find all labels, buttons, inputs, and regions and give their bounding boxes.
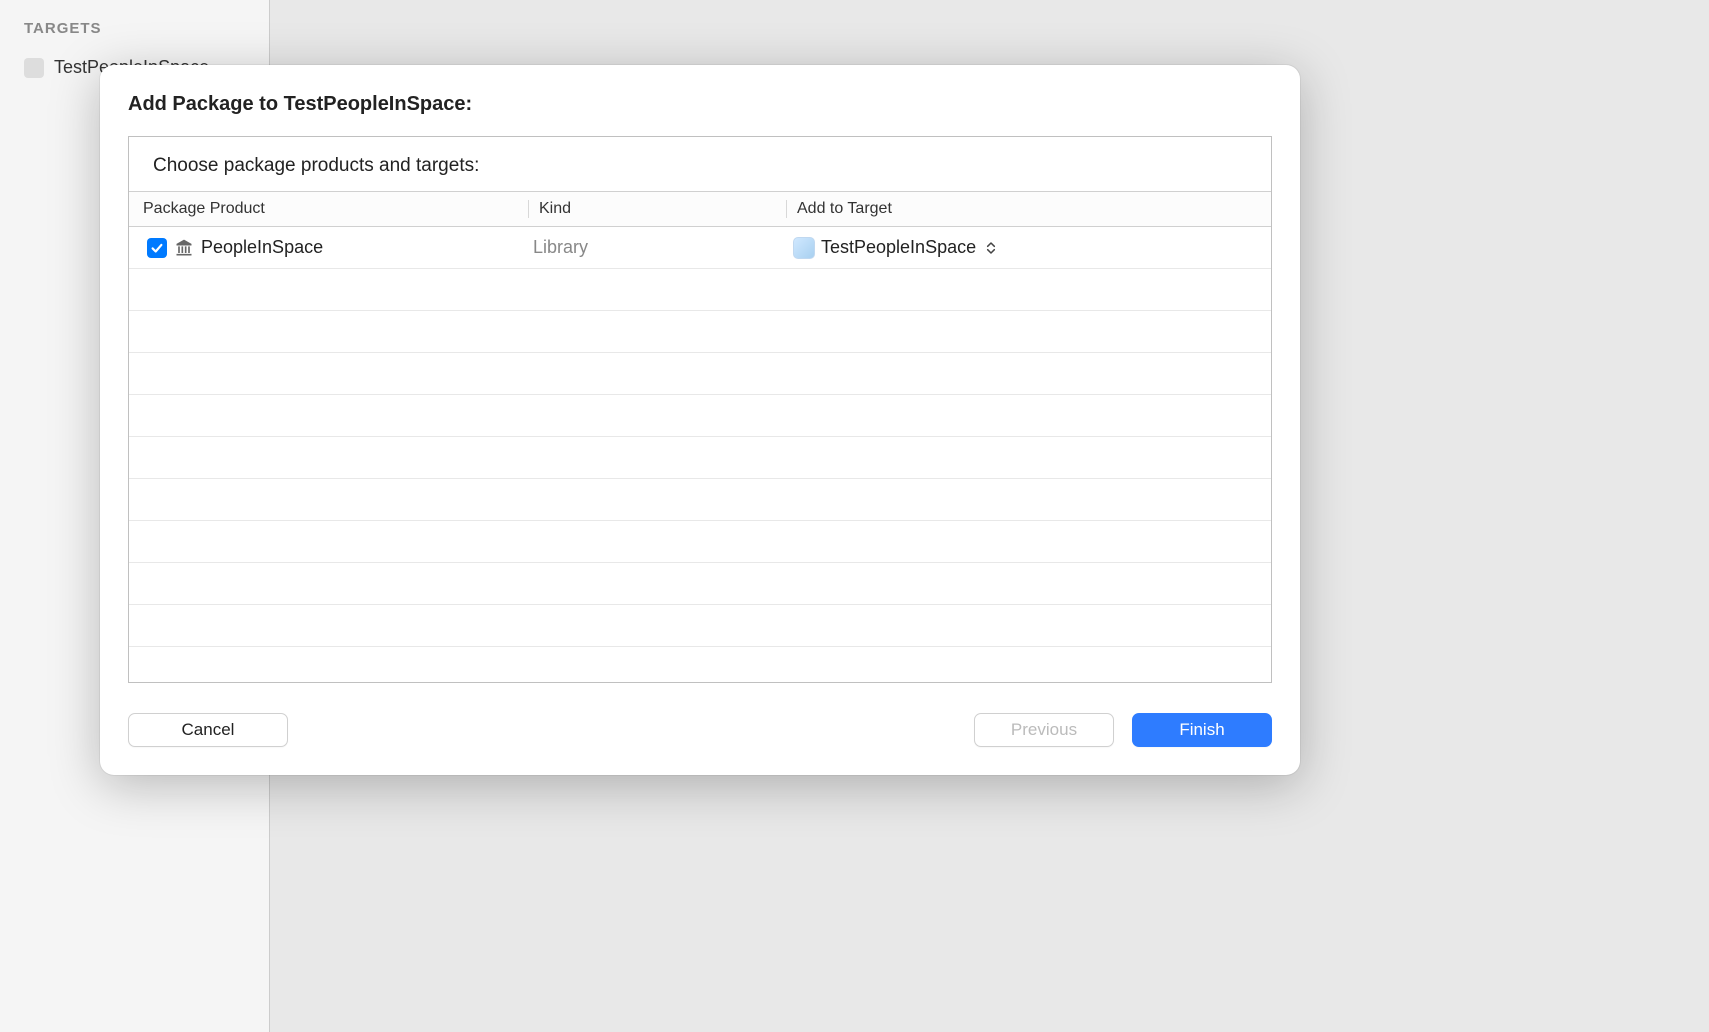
finish-button[interactable]: Finish [1132, 713, 1272, 747]
button-row-right: Previous Finish [974, 713, 1272, 747]
table-row-empty [129, 269, 1271, 311]
table-row-empty [129, 395, 1271, 437]
app-icon [24, 58, 44, 78]
targets-header: TARGETS [0, 0, 269, 47]
table-header-row: Package Product Kind Add to Target [129, 191, 1271, 227]
modal-subtitle: Choose package products and targets: [129, 155, 1271, 191]
library-icon [173, 237, 195, 259]
product-name: PeopleInSpace [201, 237, 323, 258]
modal-button-row: Cancel Previous Finish [128, 713, 1272, 747]
modal-title: Add Package to TestPeopleInSpace: [128, 93, 1272, 116]
table-row-empty [129, 479, 1271, 521]
product-checkbox[interactable] [147, 238, 167, 258]
table-body: PeopleInSpace Library TestPeopleInSpace [129, 227, 1271, 682]
table-row-empty [129, 437, 1271, 479]
products-table: Package Product Kind Add to Target [129, 191, 1271, 682]
table-row-empty [129, 521, 1271, 563]
table-row-empty [129, 605, 1271, 647]
cancel-button[interactable]: Cancel [128, 713, 288, 747]
app-icon [793, 237, 815, 259]
dropdown-arrows-icon [984, 239, 998, 257]
previous-button: Previous [974, 713, 1114, 747]
kind-cell: Library [529, 237, 787, 258]
add-package-modal: Add Package to TestPeopleInSpace: Choose… [100, 65, 1300, 775]
target-cell[interactable]: TestPeopleInSpace [787, 237, 1271, 259]
checkmark-icon [150, 241, 164, 255]
column-header-target[interactable]: Add to Target [787, 200, 1271, 218]
column-header-product[interactable]: Package Product [129, 200, 529, 218]
table-row-empty [129, 563, 1271, 605]
table-row[interactable]: PeopleInSpace Library TestPeopleInSpace [129, 227, 1271, 269]
target-name: TestPeopleInSpace [821, 237, 976, 258]
table-row-empty [129, 311, 1271, 353]
column-header-kind[interactable]: Kind [529, 200, 787, 218]
table-row-empty [129, 353, 1271, 395]
product-cell: PeopleInSpace [129, 237, 529, 259]
modal-content-frame: Choose package products and targets: Pac… [128, 136, 1272, 683]
